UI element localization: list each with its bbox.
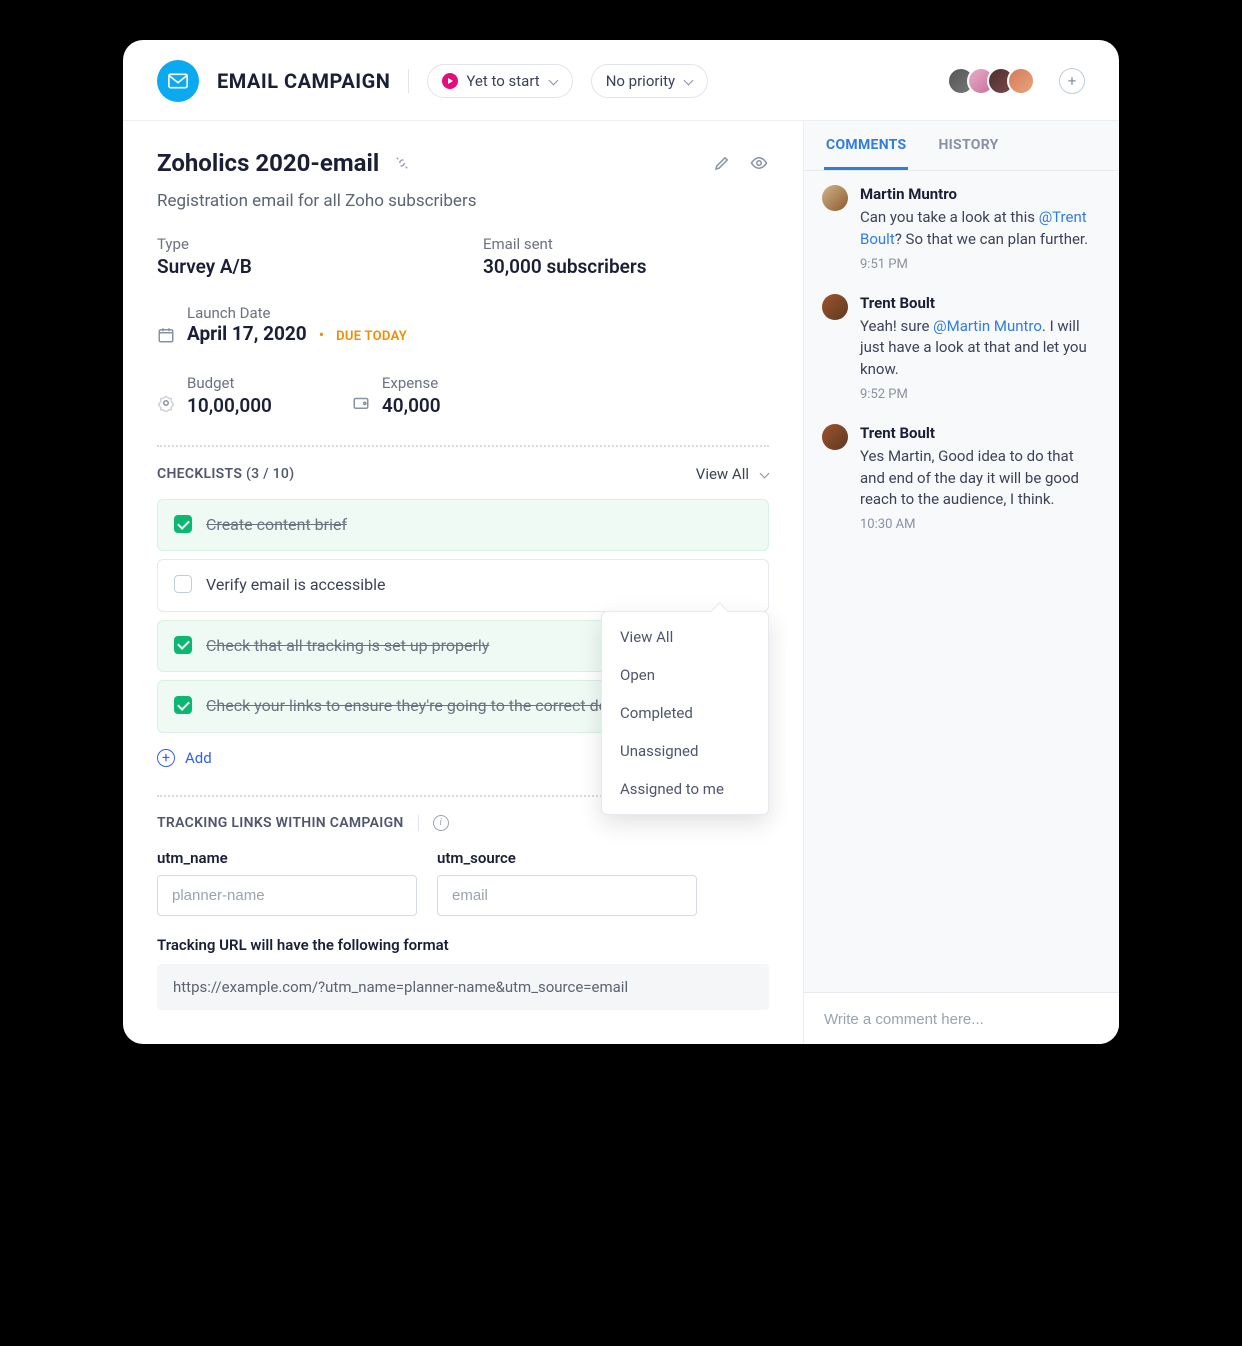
filter-option[interactable]: Assigned to me	[602, 770, 768, 808]
launch-date: April 17, 2020	[187, 322, 307, 345]
checklist-item-label: Check that all tracking is set up proper…	[206, 635, 489, 657]
play-icon	[442, 73, 458, 89]
tab-history[interactable]: HISTORY	[936, 121, 1000, 170]
launch-label: Launch Date	[187, 304, 407, 322]
expense-value: 40,000	[382, 394, 441, 417]
comment-time: 9:51 PM	[860, 257, 1101, 272]
comment-author: Trent Boult	[860, 424, 1101, 442]
comment-input[interactable]	[824, 1011, 1099, 1028]
chevron-down-icon	[759, 469, 769, 479]
checklist-item-label: Verify email is accessible	[206, 574, 386, 596]
page-title: EMAIL CAMPAIGN	[217, 69, 390, 93]
utm-source-input[interactable]	[437, 875, 697, 916]
filter-option[interactable]: Open	[602, 656, 768, 694]
sidebar: COMMENTS HISTORY Martin Muntro Can you ta…	[803, 121, 1119, 1044]
comment: Trent Boult Yes Martin, Good idea to do t…	[822, 424, 1101, 532]
content-body: Zoholics 2020-email Registration email f…	[123, 121, 1119, 1044]
avatar[interactable]	[1007, 67, 1035, 95]
comment-author: Martin Muntro	[860, 185, 1101, 203]
edit-button[interactable]	[713, 154, 731, 172]
avatar	[822, 185, 848, 211]
comment: Trent Boult Yeah! sure @Martin Muntro. I …	[822, 294, 1101, 402]
campaign-icon	[157, 60, 199, 102]
expense-label: Expense	[382, 374, 441, 392]
avatar	[822, 294, 848, 320]
filter-option[interactable]: View All	[602, 618, 768, 656]
checkbox[interactable]	[174, 696, 192, 714]
broken-link-icon[interactable]	[393, 154, 411, 172]
filter-option[interactable]: Completed	[602, 694, 768, 732]
sent-label: Email sent	[483, 235, 769, 253]
mention[interactable]: @Trent Boult	[860, 208, 1087, 248]
avatar	[822, 424, 848, 450]
checklist-item-label: Check your links to ensure they're going…	[206, 695, 669, 717]
envelope-icon	[168, 73, 188, 89]
eye-icon	[749, 154, 769, 172]
add-label: Add	[185, 749, 212, 767]
checklist-item[interactable]: Create content brief	[157, 499, 769, 551]
checklist-item[interactable]: Verify email is accessible	[157, 559, 769, 611]
record-description: Registration email for all Zoho subscrib…	[157, 191, 769, 211]
status-pill[interactable]: Yet to start	[427, 64, 572, 98]
comment-time: 9:52 PM	[860, 387, 1101, 402]
checklist-heading: CHECKLISTS (3 / 10)	[157, 466, 294, 482]
comments-list: Martin Muntro Can you take a look at this…	[804, 171, 1119, 992]
watch-button[interactable]	[749, 154, 769, 172]
add-assignee-button[interactable]: +	[1059, 68, 1085, 94]
separator	[408, 69, 409, 93]
comment-text: Yeah! sure @Martin Muntro. I will just h…	[860, 316, 1101, 381]
type-label: Type	[157, 235, 443, 253]
checkbox[interactable]	[174, 636, 192, 654]
viewall-label: View All	[696, 465, 749, 483]
pencil-icon	[713, 154, 731, 172]
divider	[157, 445, 769, 447]
filter-option[interactable]: Unassigned	[602, 732, 768, 770]
tracking-url-preview: https://example.com/?utm_name=planner-na…	[157, 964, 769, 1010]
checklist-filter-dropdown: View AllOpenCompletedUnassignedAssigned …	[601, 611, 769, 815]
main-panel: Zoholics 2020-email Registration email f…	[123, 121, 803, 1044]
utm-name-input[interactable]	[157, 875, 417, 916]
comment-time: 10:30 AM	[860, 517, 1101, 532]
mention[interactable]: @Martin Muntro	[933, 317, 1042, 335]
tracking-format-label: Tracking URL will have the following for…	[157, 936, 769, 954]
sent-value: 30,000 subscribers	[483, 255, 769, 278]
tracking-heading: TRACKING LINKS WITHIN CAMPAIGN	[157, 815, 404, 831]
chevron-down-icon	[548, 76, 558, 86]
checklist-item-label: Create content brief	[206, 514, 347, 536]
type-value: Survey A/B	[157, 255, 443, 278]
budget-label: Budget	[187, 374, 272, 392]
comment: Martin Muntro Can you take a look at this…	[822, 185, 1101, 272]
status-label: Yet to start	[466, 72, 539, 90]
priority-pill[interactable]: No priority	[591, 64, 708, 98]
record-title: Zoholics 2020-email	[157, 149, 379, 177]
checkbox[interactable]	[174, 575, 192, 593]
comment-composer	[804, 992, 1119, 1044]
budget-icon	[157, 394, 175, 416]
info-icon[interactable]: i	[433, 815, 449, 831]
comment-text: Yes Martin, Good idea to do that and end…	[860, 446, 1101, 511]
priority-label: No priority	[606, 72, 675, 90]
topbar: EMAIL CAMPAIGN Yet to start No priority …	[123, 40, 1119, 121]
add-checklist-button[interactable]: + Add	[157, 749, 212, 767]
comment-author: Trent Boult	[860, 294, 1101, 312]
tab-comments[interactable]: COMMENTS	[824, 121, 908, 170]
utm-name-label: utm_name	[157, 849, 417, 867]
chevron-down-icon	[683, 76, 693, 86]
checkbox[interactable]	[174, 515, 192, 533]
assignee-avatars	[947, 67, 1035, 95]
budget-value: 10,00,000	[187, 394, 272, 417]
app-window: EMAIL CAMPAIGN Yet to start No priority …	[123, 40, 1119, 1044]
utm-source-label: utm_source	[437, 849, 697, 867]
due-badge: DUE TODAY	[336, 329, 407, 344]
expense-icon	[352, 394, 370, 416]
calendar-icon	[157, 326, 175, 348]
plus-icon: +	[157, 749, 175, 767]
checklist-filter-toggle[interactable]: View All	[696, 465, 769, 483]
comment-text: Can you take a look at this @Trent Boult…	[860, 207, 1101, 251]
